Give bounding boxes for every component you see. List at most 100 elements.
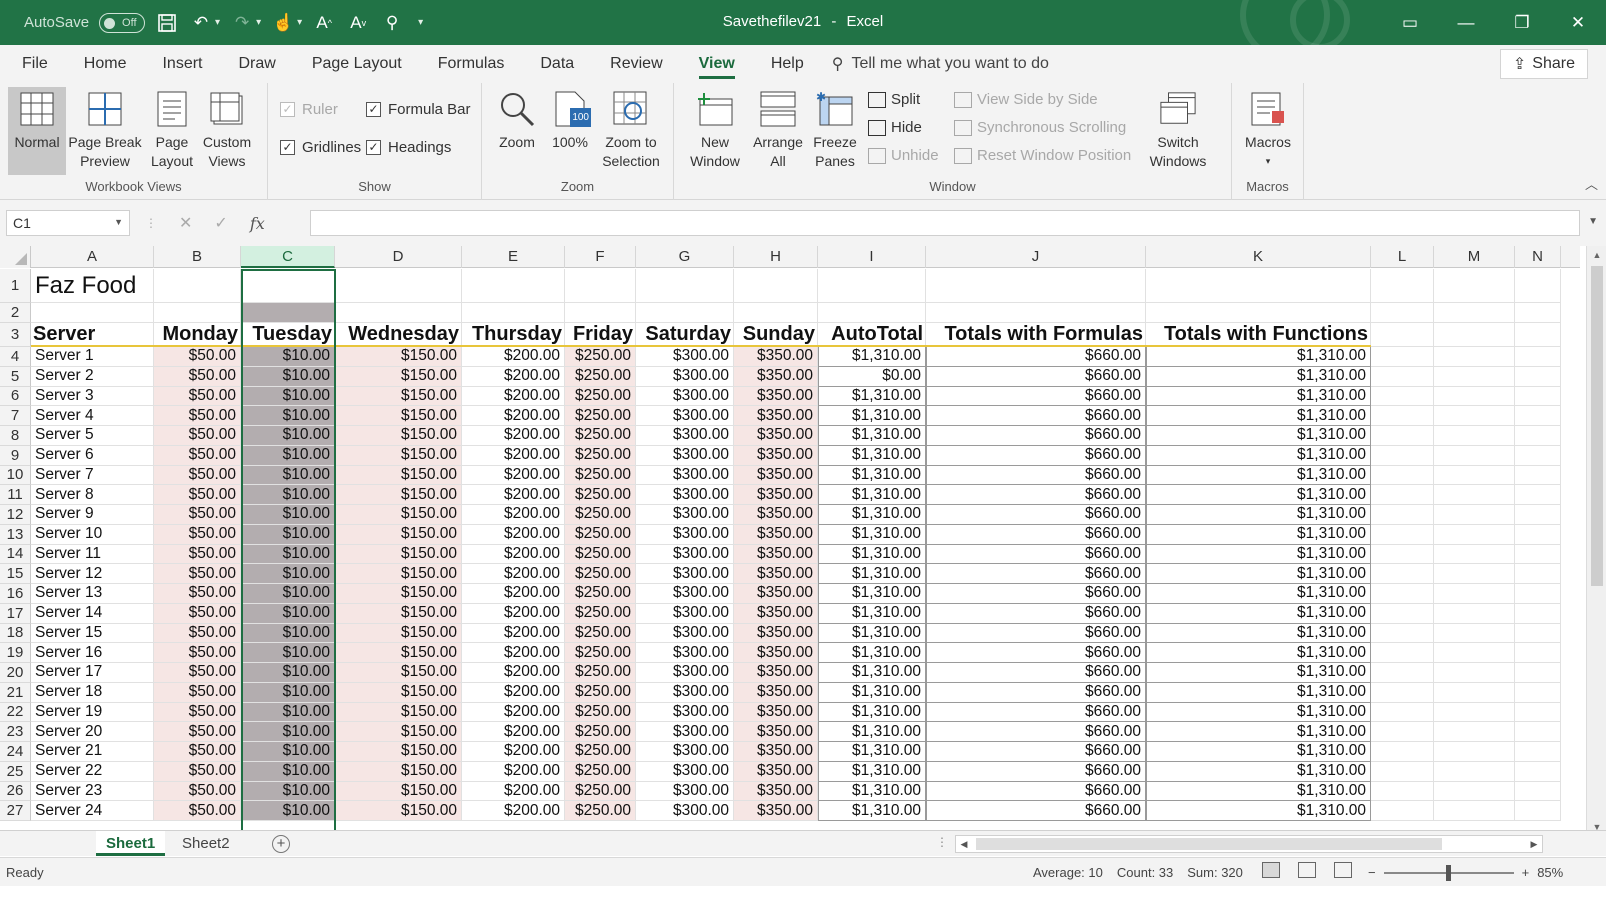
- cell-h[interactable]: $350.00: [734, 761, 818, 782]
- column-header-i[interactable]: I: [818, 246, 926, 268]
- cell-f[interactable]: $250.00: [565, 781, 636, 802]
- cell-m[interactable]: [1434, 269, 1515, 303]
- cell-a[interactable]: Server 16: [31, 643, 154, 663]
- cell-f[interactable]: $250.00: [565, 603, 636, 624]
- sheet-title[interactable]: Faz Food: [31, 269, 154, 303]
- cell-g[interactable]: $300.00: [636, 386, 734, 407]
- cell-l[interactable]: [1371, 722, 1434, 742]
- cell-h[interactable]: $350.00: [734, 801, 818, 821]
- cell-l[interactable]: [1371, 623, 1434, 644]
- cell-l[interactable]: [1371, 445, 1434, 466]
- cell-c[interactable]: $10.00: [241, 623, 335, 644]
- cell-n[interactable]: [1515, 366, 1561, 387]
- cell-k[interactable]: $1,310.00: [1146, 386, 1371, 407]
- cell-i[interactable]: $1,310.00: [818, 722, 926, 742]
- cell-l[interactable]: [1371, 603, 1434, 624]
- cell-d[interactable]: $150.00: [335, 722, 462, 742]
- column-header-c[interactable]: C: [241, 246, 335, 268]
- cell-n[interactable]: [1515, 781, 1561, 802]
- cancel-icon[interactable]: ✕: [179, 213, 192, 233]
- column-title[interactable]: Thursday: [462, 323, 565, 347]
- cell-i[interactable]: $1,310.00: [818, 386, 926, 407]
- cell-a[interactable]: Server 21: [31, 742, 154, 762]
- column-title[interactable]: Tuesday: [241, 323, 335, 347]
- cell-f[interactable]: $250.00: [565, 564, 636, 584]
- row-header[interactable]: 12: [0, 505, 31, 525]
- cell-a[interactable]: Server 18: [31, 682, 154, 703]
- cell-m[interactable]: [1434, 584, 1515, 604]
- cell-i[interactable]: $0.00: [818, 366, 926, 387]
- tab-data[interactable]: Data: [522, 45, 592, 83]
- cell-a[interactable]: Server 8: [31, 485, 154, 505]
- tab-home[interactable]: Home: [66, 45, 145, 83]
- cell-n[interactable]: [1515, 445, 1561, 466]
- horizontal-scroll-thumb[interactable]: [976, 838, 1442, 850]
- cell-h[interactable]: $350.00: [734, 564, 818, 584]
- row-header[interactable]: 2: [0, 303, 31, 323]
- view-side-by-side-button[interactable]: View Side by Side: [954, 91, 1098, 108]
- cell-b[interactable]: $50.00: [154, 722, 241, 742]
- cell-c[interactable]: $10.00: [241, 386, 335, 407]
- cell-c[interactable]: [241, 303, 335, 323]
- gridlines-checkbox[interactable]: ✓ Gridlines: [280, 139, 361, 156]
- page-break-view-icon[interactable]: [1334, 862, 1352, 878]
- cell-m[interactable]: [1434, 761, 1515, 782]
- cell-h[interactable]: $350.00: [734, 603, 818, 624]
- cell-b[interactable]: $50.00: [154, 445, 241, 466]
- cell-d[interactable]: $150.00: [335, 366, 462, 387]
- cell-e[interactable]: $200.00: [462, 564, 565, 584]
- row-header[interactable]: 18: [0, 623, 31, 644]
- cell-j[interactable]: $660.00: [926, 781, 1146, 802]
- cell-b[interactable]: [154, 269, 241, 303]
- cell-j[interactable]: $660.00: [926, 505, 1146, 525]
- cell-k[interactable]: $1,310.00: [1146, 603, 1371, 624]
- cell-m[interactable]: [1434, 465, 1515, 486]
- cell-a[interactable]: Server 19: [31, 702, 154, 723]
- collapse-ribbon-icon[interactable]: ︿: [1585, 174, 1598, 193]
- cell-j[interactable]: $660.00: [926, 722, 1146, 742]
- cell-h[interactable]: $350.00: [734, 781, 818, 802]
- cell-d[interactable]: $150.00: [335, 663, 462, 683]
- cell-i[interactable]: $1,310.00: [818, 742, 926, 762]
- cell-i[interactable]: $1,310.00: [818, 603, 926, 624]
- cell-b[interactable]: $50.00: [154, 643, 241, 663]
- name-box-dropdown-icon[interactable]: ▼: [114, 217, 123, 227]
- column-header-k[interactable]: K: [1146, 246, 1371, 268]
- headings-checkbox[interactable]: ✓ Headings: [366, 139, 451, 156]
- cell-f[interactable]: $250.00: [565, 465, 636, 486]
- cell-b[interactable]: $50.00: [154, 386, 241, 407]
- cell-g[interactable]: $300.00: [636, 722, 734, 742]
- scroll-up-icon[interactable]: ▲: [1587, 250, 1606, 260]
- cell-c[interactable]: $10.00: [241, 584, 335, 604]
- cell-f[interactable]: $250.00: [565, 347, 636, 367]
- cell-j[interactable]: $660.00: [926, 366, 1146, 387]
- row-header[interactable]: 1: [0, 269, 31, 303]
- new-window-button[interactable]: New Window: [684, 87, 746, 171]
- cell-l[interactable]: [1371, 426, 1434, 446]
- cell-c[interactable]: $10.00: [241, 485, 335, 505]
- column-title[interactable]: Monday: [154, 323, 241, 347]
- cell-l[interactable]: [1371, 485, 1434, 505]
- vertical-scrollbar[interactable]: ▲ ▼: [1586, 246, 1606, 836]
- cell-d[interactable]: $150.00: [335, 524, 462, 545]
- cell-d[interactable]: $150.00: [335, 643, 462, 663]
- reset-window-position-button[interactable]: Reset Window Position: [954, 147, 1131, 164]
- hide-button[interactable]: Hide: [868, 119, 922, 136]
- cell-b[interactable]: $50.00: [154, 761, 241, 782]
- cell-c[interactable]: $10.00: [241, 366, 335, 387]
- cell-i[interactable]: $1,310.00: [818, 406, 926, 426]
- cell-l[interactable]: [1371, 505, 1434, 525]
- cell-d[interactable]: [335, 303, 462, 323]
- cell-h[interactable]: $350.00: [734, 445, 818, 466]
- cell-a[interactable]: Server 9: [31, 505, 154, 525]
- cell-e[interactable]: $200.00: [462, 524, 565, 545]
- cell-f[interactable]: $250.00: [565, 485, 636, 505]
- synchronous-scrolling-button[interactable]: Synchronous Scrolling: [954, 119, 1126, 136]
- switch-windows-button[interactable]: Switch Windows: [1138, 87, 1218, 171]
- cell-a[interactable]: Server 12: [31, 564, 154, 584]
- cell-g[interactable]: $300.00: [636, 564, 734, 584]
- cell-f[interactable]: [565, 303, 636, 323]
- cell-d[interactable]: $150.00: [335, 505, 462, 525]
- cell-a[interactable]: Server 14: [31, 603, 154, 624]
- row-header[interactable]: 17: [0, 603, 31, 624]
